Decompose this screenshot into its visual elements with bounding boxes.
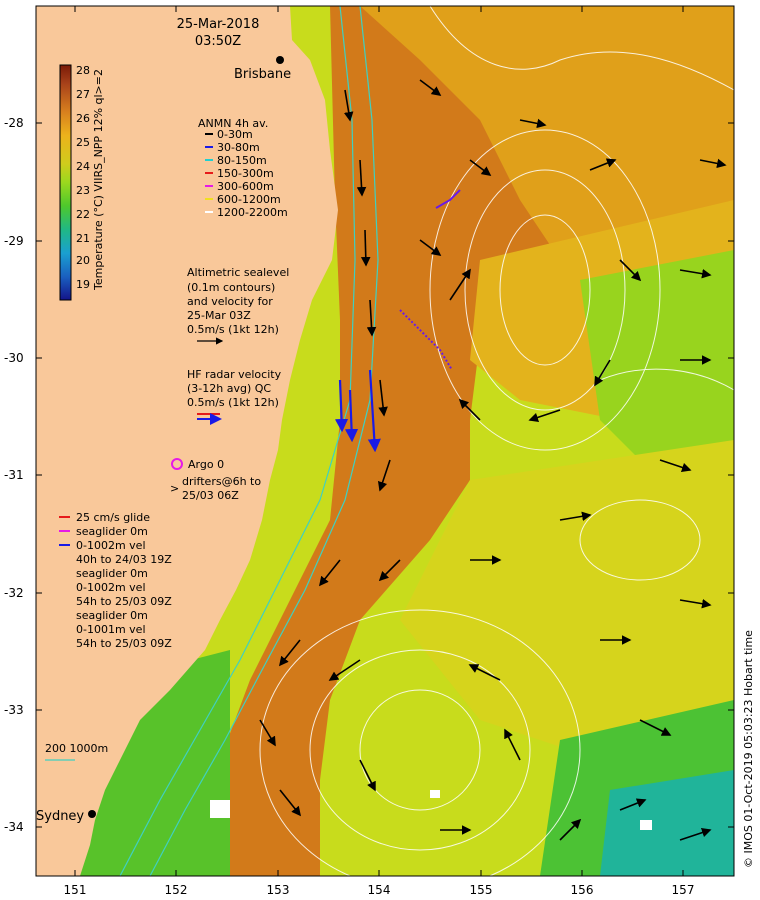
sydney-marker xyxy=(88,810,96,818)
anmn-item: 80-150m xyxy=(217,154,267,167)
anmn-item: 30-80m xyxy=(217,141,260,154)
argo-label: Argo 0 xyxy=(188,458,224,471)
svg-text:0-1001m vel: 0-1001m vel xyxy=(76,623,146,636)
svg-text:and velocity for: and velocity for xyxy=(187,295,273,308)
drifters-label: 25/03 06Z xyxy=(182,489,239,502)
cb-tick: 19 xyxy=(76,278,90,291)
x-tick: 151 xyxy=(64,883,87,897)
anmn-item: 300-600m xyxy=(217,180,274,193)
anmn-item: 0-30m xyxy=(217,128,253,141)
map-time: 03:50Z xyxy=(195,34,241,49)
anmn-item: 600-1200m xyxy=(217,193,281,206)
svg-text:25-Mar 03Z: 25-Mar 03Z xyxy=(187,309,251,322)
anmn-item: 150-300m xyxy=(217,167,274,180)
svg-text:40h to 24/03 19Z: 40h to 24/03 19Z xyxy=(76,553,172,566)
cb-tick: 25 xyxy=(76,136,90,149)
x-tick: 157 xyxy=(672,883,695,897)
drifter-marker: > xyxy=(170,482,179,495)
svg-text:54h to 25/03 09Z: 54h to 25/03 09Z xyxy=(76,595,172,608)
x-tick: 154 xyxy=(368,883,391,897)
cb-tick: 27 xyxy=(76,88,90,101)
svg-text:seaglider 0m: seaglider 0m xyxy=(76,567,148,580)
svg-text:25 cm/s glide: 25 cm/s glide xyxy=(76,511,150,524)
plot-area xyxy=(36,6,734,876)
cb-tick: 23 xyxy=(76,184,90,197)
y-tick: -28 xyxy=(4,116,24,130)
y-tick: -34 xyxy=(4,820,24,834)
cb-tick: 21 xyxy=(76,232,90,245)
x-tick: 155 xyxy=(470,883,493,897)
cb-tick: 22 xyxy=(76,208,90,221)
credit-text: © IMOS 01-Oct-2019 05:03:23 Hobart time xyxy=(742,630,755,868)
svg-text:(3-12h avg) QC: (3-12h avg) QC xyxy=(187,382,271,395)
isobath-label: 200 1000m xyxy=(45,742,108,755)
drifters-label: drifters@6h to xyxy=(182,475,261,488)
cb-tick: 28 xyxy=(76,64,90,77)
svg-text:0-1002m vel: 0-1002m vel xyxy=(76,539,146,552)
svg-text:0-1002m vel: 0-1002m vel xyxy=(76,581,146,594)
y-tick: -29 xyxy=(4,234,24,248)
y-tick: -32 xyxy=(4,586,24,600)
brisbane-label: Brisbane xyxy=(234,67,291,82)
x-tick: 153 xyxy=(267,883,290,897)
svg-text:0.5m/s (1kt 12h): 0.5m/s (1kt 12h) xyxy=(187,323,279,336)
sydney-label: Sydney xyxy=(36,809,84,824)
ocean-map: -28 -29 -30 -31 -32 -33 -34 151 152 153 … xyxy=(4,5,755,897)
cb-tick: 20 xyxy=(76,254,90,267)
x-tick: 152 xyxy=(165,883,188,897)
svg-text:seaglider 0m: seaglider 0m xyxy=(76,609,148,622)
svg-text:Altimetric sealevel: Altimetric sealevel xyxy=(187,266,289,279)
svg-text:54h to 25/03 09Z: 54h to 25/03 09Z xyxy=(76,637,172,650)
svg-text:0.5m/s (1kt 12h): 0.5m/s (1kt 12h) xyxy=(187,396,279,409)
y-tick: -31 xyxy=(4,468,24,482)
colorbar-label: Temperature (°C) VIIRS_NPP 12% ql>=2 xyxy=(92,69,105,291)
map-date: 25-Mar-2018 xyxy=(177,17,260,32)
svg-text:(0.1m contours): (0.1m contours) xyxy=(187,281,275,294)
svg-text:HF radar velocity: HF radar velocity xyxy=(187,368,282,381)
x-tick: 156 xyxy=(571,883,594,897)
svg-text:seaglider 0m: seaglider 0m xyxy=(76,525,148,538)
anmn-item: 1200-2200m xyxy=(217,206,288,219)
y-tick: -30 xyxy=(4,351,24,365)
cb-tick: 24 xyxy=(76,160,90,173)
y-tick: -33 xyxy=(4,703,24,717)
cb-tick: 26 xyxy=(76,112,90,125)
brisbane-marker xyxy=(276,56,284,64)
